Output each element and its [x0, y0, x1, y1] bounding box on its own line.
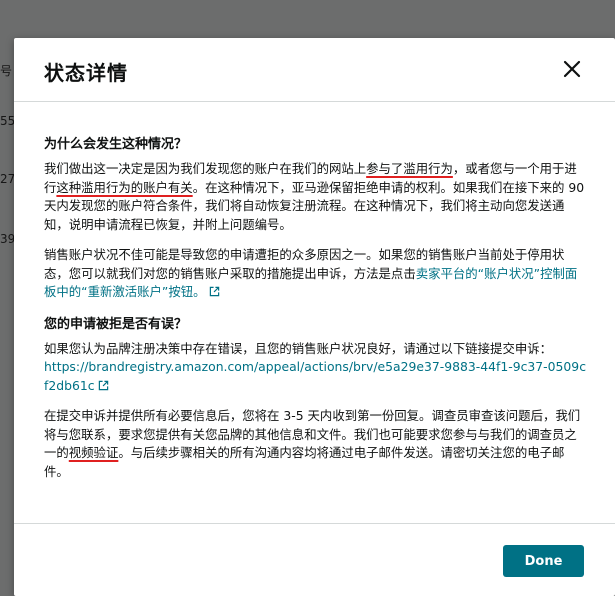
dialog-body: 为什么会发生这种情况？ 我们做出这一决定是因为我们发现您的账户在我们的网站上参与… — [44, 136, 589, 493]
done-button[interactable]: Done — [503, 545, 584, 577]
annotated-text: 这种滥用行为的账户有关 — [56, 179, 193, 195]
external-link-icon[interactable] — [98, 380, 109, 391]
paragraph-appeal: 如果您认为品牌注册决策中存在错误，且您的销售账户状况良好，请通过以下链接提交申诉… — [44, 340, 589, 396]
text-segment: 。与后续步骤相关的所有沟通内容均将通过电子邮件发送。请密切关注您的电子邮件。 — [44, 445, 565, 479]
close-icon — [563, 60, 581, 78]
paragraph-next-steps: 在提交申诉并提供所有必要信息后，您将在 3-5 天内收到第一份回复。调查员审查该… — [44, 407, 589, 481]
section-title-error: 您的申请被拒是否有误？ — [44, 316, 188, 332]
text-segment: 如果您认为品牌注册决策中存在错误，且您的销售账户状况良好，请通过以下链接提交申诉… — [44, 340, 553, 356]
annotated-text: 视频验证 — [68, 445, 119, 460]
paragraph-reason: 我们做出这一决定是因为我们发现您的账户在我们的网站上参与了滥用行为，或者您与一个… — [44, 160, 589, 234]
dialog-title: 状态详情 — [44, 61, 128, 85]
appeal-url-link[interactable]: https://brandregistry.amazon.com/appeal/… — [44, 359, 586, 393]
dialog-header: 状态详情 — [14, 38, 615, 102]
close-button[interactable] — [559, 56, 585, 82]
status-details-dialog: 状态详情 为什么会发生这种情况？ 我们做出这一决定是因为我们发现您的账户在我们的… — [14, 38, 615, 596]
dialog-footer: Done — [14, 523, 615, 596]
external-link-icon[interactable] — [209, 286, 220, 297]
paragraph-account-health: 销售账户状况不佳可能是导致您的申请遭拒的众多原因之一。如果您的销售账户当前处于停… — [44, 246, 589, 302]
section-title-why: 为什么会发生这种情况？ — [44, 137, 188, 152]
text-segment: 我们做出这一决定是因为我们发现您的账户在我们的网站上 — [44, 161, 367, 176]
annotated-text: 参与了滥用行为 — [366, 161, 453, 176]
